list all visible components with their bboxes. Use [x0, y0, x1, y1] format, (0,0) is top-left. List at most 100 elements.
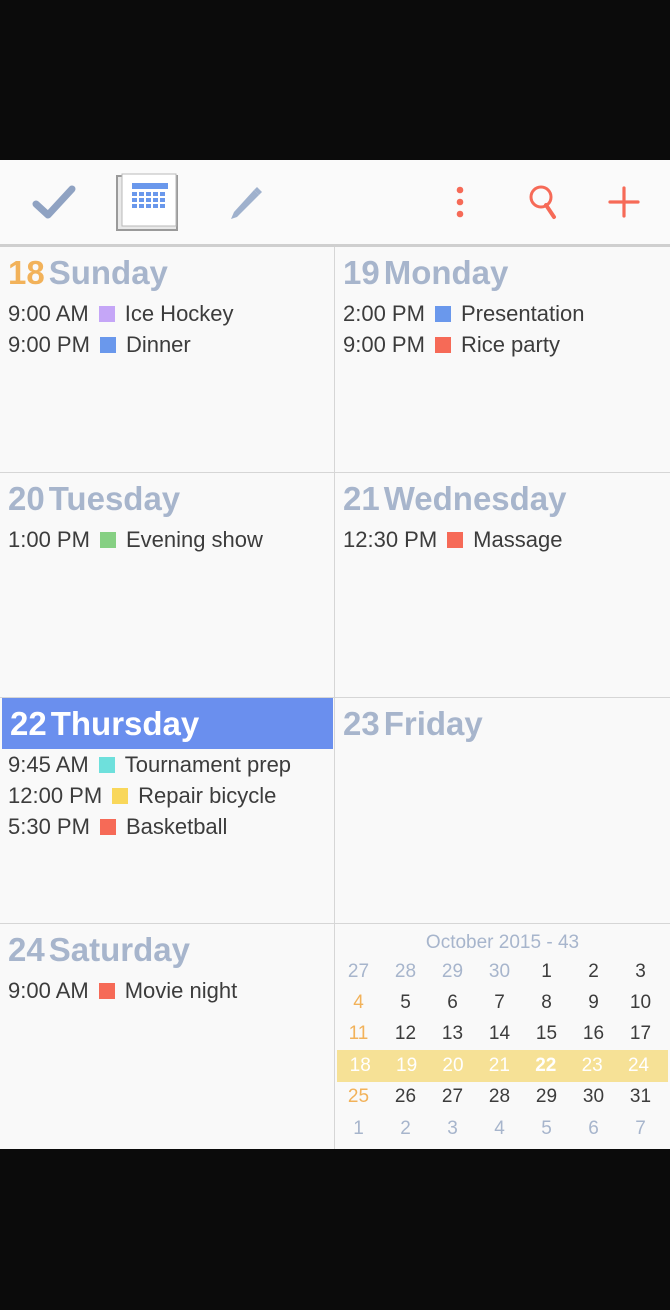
- mini-calendar: October 2015 - 43 27 28 29 30 1 2 3 4 5 …: [335, 924, 670, 1149]
- day-number: 22: [10, 704, 47, 742]
- event-item[interactable]: 9:00 AM Ice Hockey: [0, 298, 334, 329]
- mini-day[interactable]: 9: [570, 992, 617, 1014]
- mini-day[interactable]: 20: [430, 1055, 476, 1077]
- event-time: 2:00 PM: [343, 300, 425, 326]
- day-header: 20 Tuesday: [0, 473, 334, 524]
- mini-day[interactable]: 28: [476, 1086, 523, 1108]
- mini-day[interactable]: 6: [429, 992, 476, 1014]
- event-item[interactable]: 12:00 PM Repair bicycle: [0, 780, 334, 811]
- search-icon[interactable]: [520, 160, 566, 244]
- event-color-swatch: [447, 531, 464, 548]
- mini-day[interactable]: 27: [335, 961, 382, 983]
- mini-day[interactable]: 1: [335, 1118, 382, 1140]
- mini-day[interactable]: 14: [476, 1023, 523, 1045]
- day-number: 20: [8, 479, 45, 517]
- mini-day[interactable]: 7: [476, 992, 523, 1014]
- day-number: 18: [8, 253, 45, 291]
- event-color-swatch: [98, 305, 115, 322]
- day-name: Saturday: [48, 930, 190, 968]
- mini-day[interactable]: 2: [382, 1118, 429, 1140]
- mini-calendar-week: 25 26 27 28 29 30 31: [335, 1082, 670, 1113]
- event-item[interactable]: 9:45 AM Tournament prep: [0, 749, 334, 780]
- event-item[interactable]: 9:00 PM Rice party: [335, 329, 670, 360]
- mini-day[interactable]: 29: [429, 961, 476, 983]
- mini-day[interactable]: 5: [523, 1118, 570, 1140]
- mini-day[interactable]: 11: [335, 1023, 382, 1045]
- mini-day[interactable]: 21: [476, 1055, 522, 1077]
- event-color-swatch: [434, 336, 451, 353]
- mini-day[interactable]: 6: [570, 1118, 617, 1140]
- day-cell-friday[interactable]: 23 Friday: [335, 698, 670, 923]
- day-header: 19 Monday: [335, 247, 670, 298]
- mini-day[interactable]: 3: [617, 961, 664, 983]
- plus-icon[interactable]: [600, 160, 648, 244]
- event-item[interactable]: 1:00 PM Evening show: [0, 524, 334, 555]
- event-item[interactable]: 12:30 PM Massage: [335, 524, 670, 555]
- day-header-today: 22 Thursday: [2, 698, 333, 749]
- event-item[interactable]: 9:00 PM Dinner: [0, 329, 334, 360]
- event-title: Dinner: [125, 331, 191, 357]
- mini-calendar-title[interactable]: October 2015 - 43: [335, 930, 670, 956]
- mini-calendar-week: 11 12 13 14 15 16 17: [335, 1019, 670, 1050]
- mini-day[interactable]: 28: [382, 961, 429, 983]
- check-icon[interactable]: [20, 160, 88, 244]
- day-name: Monday: [383, 253, 509, 291]
- day-cell-saturday[interactable]: 24 Saturday 9:00 AM Movie night: [0, 924, 334, 1149]
- mini-day[interactable]: 3: [429, 1118, 476, 1140]
- calendar-week-icon[interactable]: [110, 160, 184, 244]
- event-title: Basketball: [125, 813, 228, 839]
- mini-day[interactable]: 16: [570, 1023, 617, 1045]
- mini-day[interactable]: 29: [523, 1086, 570, 1108]
- mini-day-today[interactable]: 22: [523, 1055, 569, 1077]
- mini-day[interactable]: 5: [382, 992, 429, 1014]
- mini-day[interactable]: 24: [615, 1055, 661, 1077]
- event-time: 1:00 PM: [8, 526, 90, 552]
- event-item[interactable]: 5:30 PM Basketball: [0, 811, 334, 842]
- day-number: 24: [8, 930, 45, 968]
- event-time: 5:30 PM: [8, 813, 90, 839]
- day-header: 21 Wednesday: [335, 473, 670, 524]
- mini-day[interactable]: 25: [335, 1086, 382, 1108]
- event-title: Movie night: [124, 977, 238, 1003]
- event-color-swatch: [98, 982, 115, 999]
- event-time: 12:00 PM: [8, 782, 103, 808]
- mini-day[interactable]: 13: [429, 1023, 476, 1045]
- mini-day[interactable]: 19: [383, 1055, 429, 1077]
- mini-calendar-week: 4 5 6 7 8 9 10: [335, 987, 670, 1018]
- mini-day[interactable]: 8: [523, 992, 570, 1014]
- event-time: 9:00 PM: [8, 331, 90, 357]
- mini-day[interactable]: 17: [617, 1023, 664, 1045]
- more-vert-icon[interactable]: [440, 160, 480, 244]
- day-header: 18 Sunday: [0, 247, 334, 298]
- pencil-icon[interactable]: [212, 160, 280, 244]
- mini-day[interactable]: 7: [617, 1118, 664, 1140]
- mini-day[interactable]: 30: [570, 1086, 617, 1108]
- day-cell-tuesday[interactable]: 20 Tuesday 1:00 PM Evening show: [0, 473, 334, 697]
- mini-day[interactable]: 12: [382, 1023, 429, 1045]
- event-color-swatch: [99, 818, 116, 835]
- day-cell-sunday[interactable]: 18 Sunday 9:00 AM Ice Hockey 9:00 PM Din…: [0, 247, 334, 472]
- day-cell-monday[interactable]: 19 Monday 2:00 PM Presentation 9:00 PM R…: [335, 247, 670, 472]
- day-cell-wednesday[interactable]: 21 Wednesday 12:30 PM Massage: [335, 473, 670, 697]
- event-title: Evening show: [125, 526, 263, 552]
- mini-day[interactable]: 2: [570, 961, 617, 983]
- event-color-swatch: [434, 305, 451, 322]
- mini-day[interactable]: 31: [617, 1086, 664, 1108]
- event-item[interactable]: 2:00 PM Presentation: [335, 298, 670, 329]
- mini-day[interactable]: 18: [337, 1055, 383, 1077]
- mini-day[interactable]: 27: [429, 1086, 476, 1108]
- event-color-swatch: [98, 756, 115, 773]
- event-title: Ice Hockey: [124, 300, 234, 326]
- mini-day[interactable]: 1: [523, 961, 570, 983]
- mini-day[interactable]: 23: [569, 1055, 615, 1077]
- day-cell-thursday[interactable]: 22 Thursday 9:45 AM Tournament prep 12:0…: [0, 698, 334, 923]
- mini-day[interactable]: 30: [476, 961, 523, 983]
- mini-day[interactable]: 4: [476, 1118, 523, 1140]
- event-time: 9:00 AM: [8, 977, 89, 1003]
- mini-day[interactable]: 10: [617, 992, 664, 1014]
- mini-day[interactable]: 26: [382, 1086, 429, 1108]
- mini-day[interactable]: 15: [523, 1023, 570, 1045]
- mini-day[interactable]: 4: [335, 992, 382, 1014]
- event-time: 9:00 AM: [8, 300, 89, 326]
- event-item[interactable]: 9:00 AM Movie night: [0, 975, 334, 1006]
